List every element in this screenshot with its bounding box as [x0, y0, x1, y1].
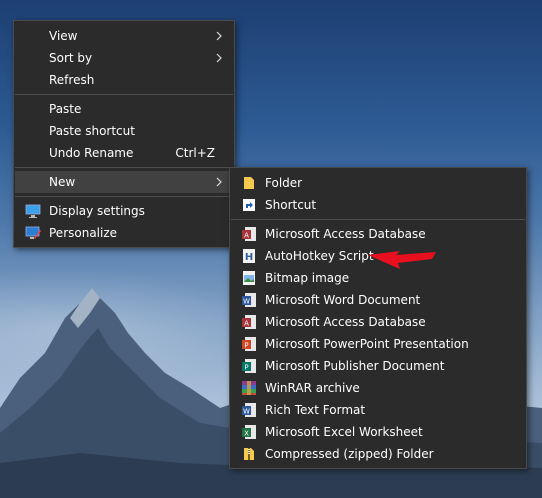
- svg-text:A: A: [244, 320, 249, 328]
- menu-separator: [15, 94, 233, 95]
- submenu-item-label: Microsoft PowerPoint Presentation: [265, 337, 469, 351]
- submenu-item-winrar-archive[interactable]: WinRAR archive: [231, 377, 525, 399]
- chevron-right-icon: [216, 31, 222, 41]
- menu-item-label: Paste shortcut: [49, 124, 135, 138]
- chevron-right-icon: [216, 53, 222, 63]
- rtf-icon: W: [242, 403, 256, 417]
- personalize-icon: [25, 226, 41, 239]
- desktop-context-menu: View Sort by Refresh Paste Paste shortcu…: [13, 20, 235, 248]
- submenu-item-label: AutoHotkey Script: [265, 249, 374, 263]
- menu-item-sort-by[interactable]: Sort by: [15, 47, 233, 69]
- submenu-item-word-document[interactable]: W Microsoft Word Document: [231, 289, 525, 311]
- powerpoint-icon: P: [242, 337, 256, 351]
- menu-item-refresh[interactable]: Refresh: [15, 69, 233, 91]
- submenu-item-access-database-2[interactable]: A Microsoft Access Database: [231, 311, 525, 333]
- menu-item-label: Display settings: [49, 204, 145, 218]
- submenu-item-label: Microsoft Word Document: [265, 293, 421, 307]
- submenu-item-label: Compressed (zipped) Folder: [265, 447, 434, 461]
- winrar-icon: [242, 381, 256, 395]
- menu-item-label: Refresh: [49, 73, 95, 87]
- menu-item-display-settings[interactable]: Display settings: [15, 200, 233, 222]
- submenu-item-excel-worksheet[interactable]: X Microsoft Excel Worksheet: [231, 421, 525, 443]
- svg-text:W: W: [243, 408, 250, 416]
- publisher-icon: P: [242, 359, 256, 373]
- menu-item-label: Undo Rename: [49, 146, 134, 160]
- menu-item-label: View: [49, 29, 78, 43]
- display-settings-icon: [25, 204, 41, 218]
- svg-text:P: P: [244, 342, 248, 350]
- menu-item-new[interactable]: New: [15, 171, 233, 193]
- submenu-item-access-database[interactable]: A Microsoft Access Database: [231, 223, 525, 245]
- zip-folder-icon: [244, 448, 254, 460]
- submenu-item-publisher-document[interactable]: P Microsoft Publisher Document: [231, 355, 525, 377]
- submenu-item-label: Shortcut: [265, 198, 317, 212]
- submenu-item-label: Microsoft Publisher Document: [265, 359, 445, 373]
- submenu-item-label: Microsoft Excel Worksheet: [265, 425, 423, 439]
- submenu-item-powerpoint-presentation[interactable]: P Microsoft PowerPoint Presentation: [231, 333, 525, 355]
- submenu-item-folder[interactable]: Folder: [231, 172, 525, 194]
- submenu-item-label: Microsoft Access Database: [265, 315, 426, 329]
- svg-text:X: X: [244, 430, 249, 438]
- shortcut-icon: [243, 199, 255, 211]
- new-submenu: Folder Shortcut A Microsoft Access Datab…: [229, 167, 527, 469]
- svg-text:P: P: [244, 364, 248, 372]
- menu-separator: [15, 196, 233, 197]
- svg-text:W: W: [243, 298, 250, 306]
- menu-item-personalize[interactable]: Personalize: [15, 222, 233, 244]
- submenu-item-label: Folder: [265, 176, 303, 190]
- chevron-right-icon: [216, 177, 222, 187]
- access-icon: A: [242, 227, 256, 241]
- submenu-item-label: Rich Text Format: [265, 403, 366, 417]
- svg-text:A: A: [244, 232, 249, 240]
- autohotkey-icon: H: [243, 249, 255, 263]
- menu-item-paste-shortcut[interactable]: Paste shortcut: [15, 120, 233, 142]
- menu-item-paste[interactable]: Paste: [15, 98, 233, 120]
- menu-item-label: New: [49, 175, 76, 189]
- menu-item-view[interactable]: View: [15, 25, 233, 47]
- submenu-item-rich-text-format[interactable]: W Rich Text Format: [231, 399, 525, 421]
- word-icon: W: [242, 293, 256, 307]
- access-icon: A: [242, 315, 256, 329]
- submenu-item-label: Microsoft Access Database: [265, 227, 426, 241]
- submenu-item-label: WinRAR archive: [265, 381, 360, 395]
- folder-icon: [244, 177, 254, 189]
- bitmap-icon: [243, 271, 255, 285]
- menu-separator: [15, 167, 233, 168]
- menu-item-label: Sort by: [49, 51, 93, 65]
- menu-item-shortcut: Ctrl+Z: [175, 146, 215, 160]
- svg-text:H: H: [245, 252, 253, 263]
- menu-item-undo-rename[interactable]: Undo Rename Ctrl+Z: [15, 142, 233, 164]
- excel-icon: X: [242, 425, 256, 439]
- menu-item-label: Personalize: [49, 226, 118, 240]
- submenu-item-label: Bitmap image: [265, 271, 350, 285]
- menu-separator: [231, 219, 525, 220]
- menu-item-label: Paste: [49, 102, 82, 116]
- submenu-item-zip-folder[interactable]: Compressed (zipped) Folder: [231, 443, 525, 465]
- submenu-item-shortcut[interactable]: Shortcut: [231, 194, 525, 216]
- red-arrow-annotation: [368, 251, 436, 269]
